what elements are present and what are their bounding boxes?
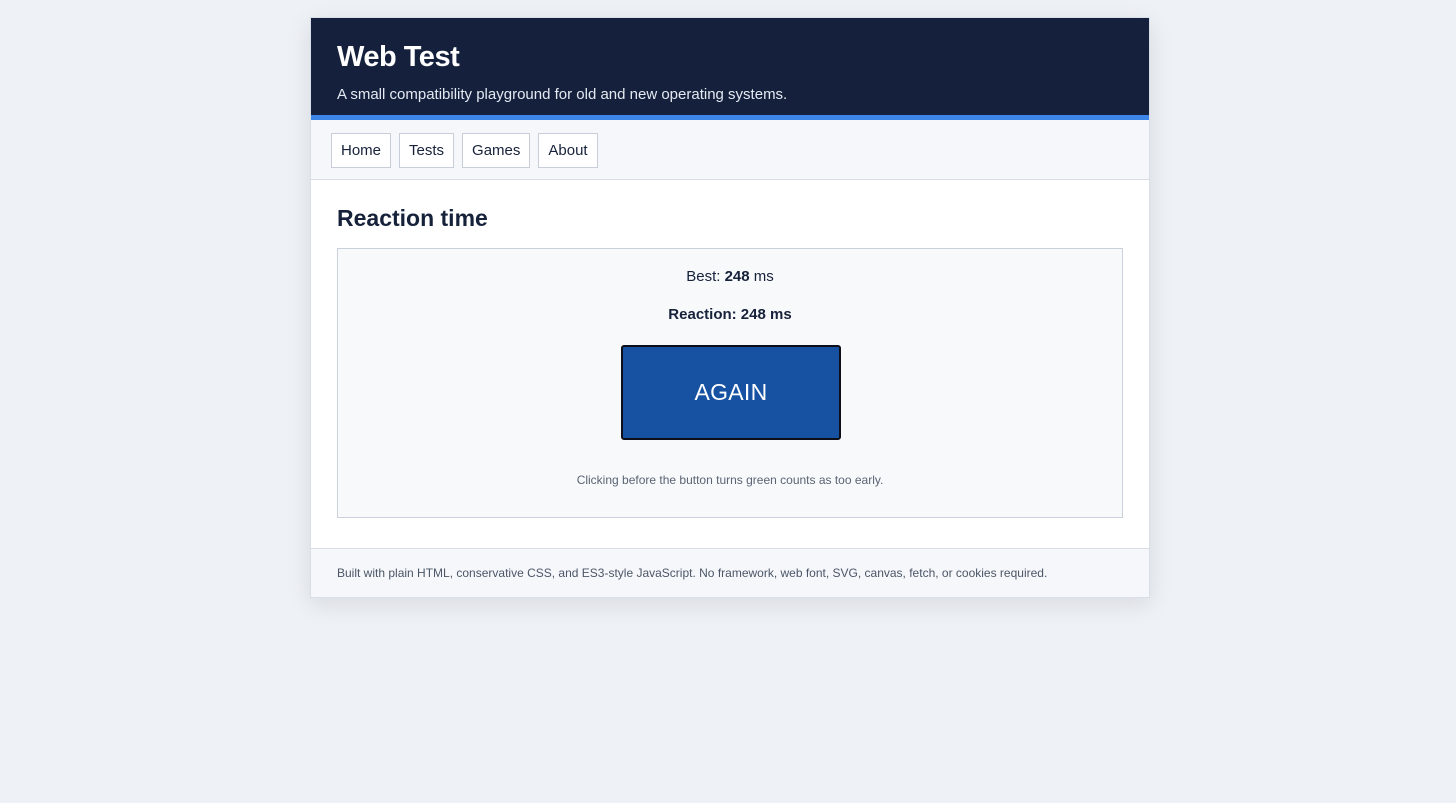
best-score: Best: 248 ms — [338, 268, 1122, 286]
nav-item-home[interactable]: Home — [331, 133, 392, 168]
reaction-result: Reaction: 248 ms — [668, 306, 792, 323]
best-unit: ms — [749, 268, 774, 285]
site-title: Web Test — [337, 41, 460, 73]
section-title: Reaction time — [337, 205, 488, 231]
site-tagline: A small compatibility playground for old… — [337, 86, 788, 103]
page-container: Web Test A small compatibility playgroun… — [310, 17, 1150, 598]
nav-item-tests[interactable]: Tests — [399, 133, 455, 168]
site-header: Web Test A small compatibility playgroun… — [311, 18, 1149, 120]
nav-item-games[interactable]: Games — [462, 133, 531, 168]
main-content: Reaction time Best: 248 ms Reaction: 248… — [311, 180, 1149, 548]
again-button[interactable]: AGAIN — [621, 345, 841, 440]
nav-item-about[interactable]: About — [538, 133, 598, 168]
reaction-game-panel: Best: 248 ms Reaction: 248 ms AGAIN Clic… — [337, 248, 1123, 518]
site-footer: Built with plain HTML, conservative CSS,… — [311, 548, 1149, 597]
hint-text: Clicking before the button turns green c… — [576, 473, 884, 487]
best-label: Best: — [686, 268, 725, 285]
nav-bar: Home Tests Games About — [311, 120, 1149, 180]
best-value: 248 — [724, 268, 750, 285]
